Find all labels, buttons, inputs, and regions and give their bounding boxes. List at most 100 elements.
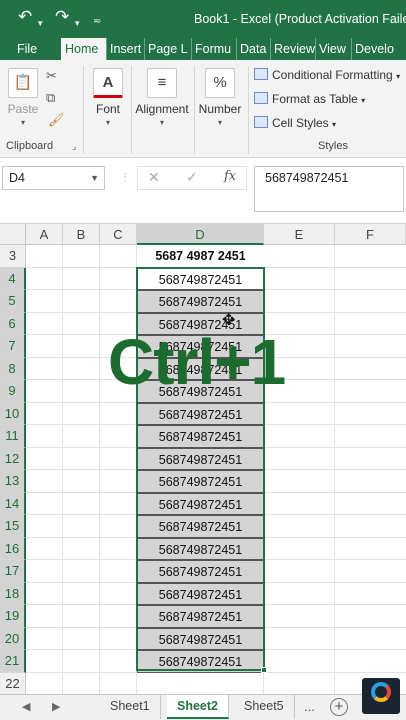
cut-icon[interactable]: ✂ (46, 68, 57, 84)
sheet-tab-sheet2[interactable]: Sheet2 (167, 695, 229, 719)
enter-icon[interactable]: ✓ (186, 169, 198, 186)
row-header-13[interactable]: 13 (0, 470, 26, 493)
tab-file[interactable]: File (14, 38, 40, 60)
ribbon: 📋 Paste ▾ ✂ ⧉ 🖌 Clipboard ⌟ A Font ▾ ≡ A… (0, 60, 406, 158)
cell-d20[interactable]: 568749872451 (137, 627, 264, 650)
more-sheets-icon[interactable]: ... (304, 699, 315, 714)
column-header-f[interactable]: F (335, 224, 406, 245)
worksheet-grid[interactable]: A B C D E F 3 4 5 6 7 8 9 10 11 12 13 14 15 16 17 18 19 2… (0, 224, 406, 694)
name-box-value: D4 (9, 171, 25, 185)
column-header-e[interactable]: E (264, 224, 335, 245)
tab-home[interactable]: Home (61, 38, 106, 60)
column-header-b[interactable]: B (63, 224, 100, 245)
row-header-18[interactable]: 18 (0, 582, 26, 605)
tab-developer[interactable]: Develo (351, 38, 406, 60)
row-header-7[interactable]: 7 (0, 335, 26, 358)
cell-d13[interactable]: 568749872451 (137, 470, 264, 493)
redo-dropdown-icon[interactable]: ▾ (75, 13, 80, 33)
scroll-right-icon[interactable]: ▶ (52, 700, 60, 713)
insert-function-icon[interactable]: fx (224, 169, 236, 184)
cell-styles-icon (254, 116, 268, 128)
number-button[interactable]: % Number ▾ (195, 68, 245, 127)
format-painter-icon[interactable]: 🖌 (48, 112, 65, 128)
conditional-formatting-button[interactable]: Conditional Formatting ▾ (254, 68, 400, 82)
cancel-icon[interactable]: ✕ (148, 169, 160, 186)
row-header-15[interactable]: 15 (0, 515, 26, 538)
gridline (62, 245, 63, 694)
align-icon: ≡ (147, 68, 177, 98)
tab-view[interactable]: View (315, 38, 351, 60)
cell-d12[interactable]: 568749872451 (137, 447, 264, 470)
row-header-19[interactable]: 19 (0, 605, 26, 628)
row-header-5[interactable]: 5 (0, 290, 26, 313)
column-header-a[interactable]: A (26, 224, 63, 245)
cell-d10[interactable]: 568749872451 (137, 402, 264, 425)
redo-icon[interactable]: ↷ (55, 7, 69, 27)
sheet-tab-sheet5[interactable]: Sheet5 (234, 695, 295, 719)
fill-handle[interactable] (261, 667, 267, 673)
row-header-21[interactable]: 21 (0, 650, 26, 673)
title-bar: ↶ ▾ ↷ ▾ ≂ Book1 - Excel (Product Activat… (0, 0, 406, 38)
chevron-down-icon[interactable]: ▼ (90, 167, 99, 189)
customize-qat-icon[interactable]: ≂ (93, 12, 101, 32)
row-header-22[interactable]: 22 (0, 672, 26, 694)
tab-review[interactable]: Review (270, 38, 315, 60)
conditional-formatting-icon (254, 68, 268, 80)
row-header-4[interactable]: 4 (0, 267, 26, 290)
row-header-11[interactable]: 11 (0, 425, 26, 448)
row-header-16[interactable]: 16 (0, 537, 26, 560)
paste-button[interactable]: 📋 Paste ▾ (6, 68, 40, 127)
copy-icon[interactable]: ⧉ (46, 90, 55, 106)
format-as-table-label: Format as Table (272, 92, 358, 106)
cell-d4[interactable]: 568749872451 (137, 267, 264, 290)
tab-formulas[interactable]: Formu (191, 38, 236, 60)
scroll-left-icon[interactable]: ◀ (22, 700, 30, 713)
conditional-formatting-label: Conditional Formatting (272, 68, 393, 82)
font-button[interactable]: A Font ▾ (88, 68, 128, 127)
name-box[interactable]: D4 ▼ (2, 166, 105, 190)
add-sheet-icon[interactable]: + (330, 698, 348, 716)
divider (248, 66, 249, 154)
more-icon: ⋮ (120, 172, 130, 183)
row-header-14[interactable]: 14 (0, 492, 26, 515)
row-header-12[interactable]: 12 (0, 447, 26, 470)
font-icon: A (93, 68, 123, 98)
cell-d3[interactable]: 5687 4987 2451 (137, 245, 264, 268)
cell-d19[interactable]: 568749872451 (137, 605, 264, 628)
row-header-8[interactable]: 8 (0, 357, 26, 380)
gridline (99, 245, 100, 694)
alignment-button[interactable]: ≡ Alignment ▾ (132, 68, 192, 127)
undo-icon[interactable]: ↶ (18, 7, 32, 27)
formula-bar-area: D4 ▼ ⋮ ✕ ✓ fx 568749872451 (0, 158, 406, 224)
cell-d17[interactable]: 568749872451 (137, 560, 264, 583)
tab-insert[interactable]: Insert (106, 38, 144, 60)
select-all-corner[interactable] (0, 224, 26, 245)
undo-dropdown-icon[interactable]: ▾ (38, 13, 43, 33)
styles-group-label: Styles (318, 140, 348, 152)
format-as-table-button[interactable]: Format as Table ▾ (254, 92, 365, 106)
column-header-d[interactable]: D (137, 224, 264, 245)
cell-d11[interactable]: 568749872451 (137, 425, 264, 448)
row-header-6[interactable]: 6 (0, 312, 26, 335)
row-header-20[interactable]: 20 (0, 627, 26, 650)
cell-d15[interactable]: 568749872451 (137, 515, 264, 538)
cell-d18[interactable]: 568749872451 (137, 582, 264, 605)
sheet-tab-sheet1[interactable]: Sheet1 (100, 695, 161, 719)
row-header-9[interactable]: 9 (0, 380, 26, 403)
tab-data[interactable]: Data (236, 38, 270, 60)
divider (83, 66, 84, 154)
tab-page-layout[interactable]: Page L (144, 38, 191, 60)
cell-d16[interactable]: 568749872451 (137, 537, 264, 560)
cell-styles-button[interactable]: Cell Styles ▾ (254, 116, 336, 130)
cell-d14[interactable]: 568749872451 (137, 492, 264, 515)
dialog-launcher-icon[interactable]: ⌟ (72, 141, 76, 152)
chevron-down-icon: ▾ (332, 120, 337, 129)
row-header-10[interactable]: 10 (0, 402, 26, 425)
row-header-17[interactable]: 17 (0, 560, 26, 583)
font-label: Font (95, 102, 120, 116)
row-header-3[interactable]: 3 (0, 245, 26, 268)
cell-d21[interactable]: 568749872451 (137, 650, 264, 673)
cell-d5[interactable]: 568749872451 (137, 290, 264, 313)
formula-input[interactable]: 568749872451 (254, 166, 404, 212)
column-header-c[interactable]: C (100, 224, 137, 245)
